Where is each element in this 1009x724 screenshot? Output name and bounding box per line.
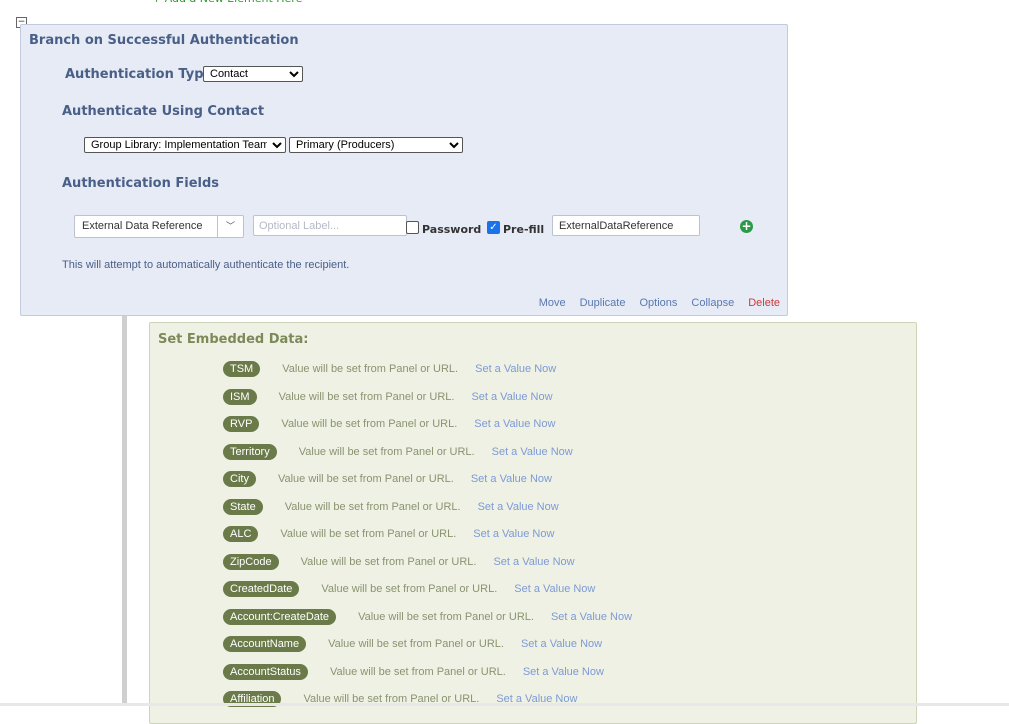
embedded-field-row: RVP Value will be set from Panel or URL. S… xyxy=(223,416,555,432)
prefill-checkbox[interactable]: ✓ Pre-fill xyxy=(487,219,544,236)
embedded-field-row: Account:CreateDate Value will be set from… xyxy=(223,608,632,625)
set-value-link[interactable]: Set a Value Now xyxy=(475,363,556,375)
checkmark-icon[interactable]: ✓ xyxy=(487,221,500,234)
embedded-data-title: Set Embedded Data: xyxy=(158,332,309,347)
panel-select[interactable]: Primary (Producers) xyxy=(289,137,463,153)
branch-block: Branch on Successful Authentication Auth… xyxy=(20,24,788,316)
auth-using-title: Authenticate Using Contact xyxy=(62,104,265,119)
field-name-pill[interactable]: TSM xyxy=(223,361,261,377)
embedded-field-row: Territory Value will be set from Panel or… xyxy=(223,443,573,460)
value-source-text: Value will be set from Panel or URL. xyxy=(358,610,534,623)
field-type-select[interactable]: External Data Reference ﹀ xyxy=(74,215,244,238)
field-name-pill[interactable]: ALC xyxy=(223,526,259,542)
auth-fields-title: Authentication Fields xyxy=(62,176,220,191)
field-name-pill[interactable]: AccountName xyxy=(223,636,307,652)
branch-indent-bar xyxy=(122,316,127,706)
embedded-field-row: ISM Value will be set from Panel or URL. S… xyxy=(223,388,553,405)
value-source-text: Value will be set from Panel or URL. xyxy=(277,473,454,485)
value-source-text: Value will be set from Panel or URL. xyxy=(284,500,461,513)
set-value-link[interactable]: Set a Value Now xyxy=(473,528,554,540)
checkbox-icon[interactable] xyxy=(406,221,419,234)
field-name-pill[interactable]: ZipCode xyxy=(223,553,279,570)
options-link[interactable]: Options xyxy=(639,297,677,309)
field-name-pill[interactable]: RVP xyxy=(223,416,260,432)
field-name-pill[interactable]: State xyxy=(223,498,263,515)
field-name-pill[interactable]: Account:CreateDate xyxy=(223,608,337,625)
value-source-text: Value will be set from Panel or URL. xyxy=(298,445,475,458)
set-value-link[interactable]: Set a Value Now xyxy=(492,446,573,458)
chevron-down-icon[interactable]: ﹀ xyxy=(217,216,243,237)
add-element-link[interactable]: + Add a New Element Here xyxy=(152,0,302,5)
field-name-pill[interactable]: City xyxy=(223,471,256,487)
embedded-field-row: CreatedDate Value will be set from Panel … xyxy=(223,581,595,597)
embedded-field-row: AccountStatus Value will be set from Pane… xyxy=(223,663,604,680)
add-field-icon[interactable]: + xyxy=(740,220,753,233)
value-source-text: Value will be set from Panel or URL. xyxy=(329,665,506,678)
password-label: Password xyxy=(422,223,482,236)
prefill-label: Pre-fill xyxy=(503,223,545,236)
value-source-text: Value will be set from Panel or URL. xyxy=(281,418,458,430)
field-name-pill[interactable]: AccountStatus xyxy=(223,663,308,680)
set-value-link[interactable]: Set a Value Now xyxy=(471,391,552,403)
block-actions: Move Duplicate Options Collapse Delete xyxy=(539,297,780,309)
embedded-data-block: Set Embedded Data: TSM Value will be set … xyxy=(149,322,917,724)
embedded-field-row: State Value will be set from Panel or URL… xyxy=(223,498,559,515)
field-name-pill[interactable]: Territory xyxy=(223,443,277,460)
set-value-link[interactable]: Set a Value Now xyxy=(471,473,552,485)
set-value-link[interactable]: Set a Value Now xyxy=(493,556,574,568)
password-checkbox[interactable]: Password xyxy=(406,219,481,236)
set-value-link[interactable]: Set a Value Now xyxy=(514,583,595,595)
value-source-text: Value will be set from Panel or URL. xyxy=(321,583,498,595)
set-value-link[interactable]: Set a Value Now xyxy=(551,611,632,623)
field-name-pill[interactable]: CreatedDate xyxy=(223,581,300,597)
embedded-field-row: TSM Value will be set from Panel or URL. S… xyxy=(223,361,556,377)
branch-title: Branch on Successful Authentication xyxy=(29,33,299,48)
embedded-field-row: AccountName Value will be set from Panel … xyxy=(223,636,602,652)
optional-label-input[interactable] xyxy=(253,215,407,236)
duplicate-link[interactable]: Duplicate xyxy=(580,297,626,309)
embedded-field-row: City Value will be set from Panel or URL.… xyxy=(223,471,552,487)
set-value-link[interactable]: Set a Value Now xyxy=(523,666,604,678)
auth-type-label: Authentication Type: xyxy=(65,67,218,82)
collapse-link[interactable]: Collapse xyxy=(691,297,734,309)
embedded-field-row: ZipCode Value will be set from Panel or U… xyxy=(223,553,575,570)
value-source-text: Value will be set from Panel or URL. xyxy=(328,638,504,650)
auth-type-select[interactable]: Contact xyxy=(203,66,303,82)
value-source-text: Value will be set from Panel or URL. xyxy=(278,390,455,403)
auth-note: This will attempt to automatically authe… xyxy=(62,259,350,271)
delete-link[interactable]: Delete xyxy=(748,297,780,309)
prefill-value-input[interactable] xyxy=(552,215,700,236)
set-value-link[interactable]: Set a Value Now xyxy=(474,418,555,430)
set-value-link[interactable]: Set a Value Now xyxy=(478,501,559,513)
library-select[interactable]: Group Library: Implementation Team xyxy=(84,137,286,153)
set-value-link[interactable]: Set a Value Now xyxy=(521,638,602,650)
value-source-text: Value will be set from Panel or URL. xyxy=(282,363,459,375)
embedded-field-row: ALC Value will be set from Panel or URL. S… xyxy=(223,526,554,542)
field-name-pill[interactable]: ISM xyxy=(223,388,257,405)
move-link[interactable]: Move xyxy=(539,297,566,309)
value-source-text: Value will be set from Panel or URL. xyxy=(280,528,457,540)
field-type-value: External Data Reference xyxy=(82,220,203,232)
value-source-text: Value will be set from Panel or URL. xyxy=(300,555,477,568)
